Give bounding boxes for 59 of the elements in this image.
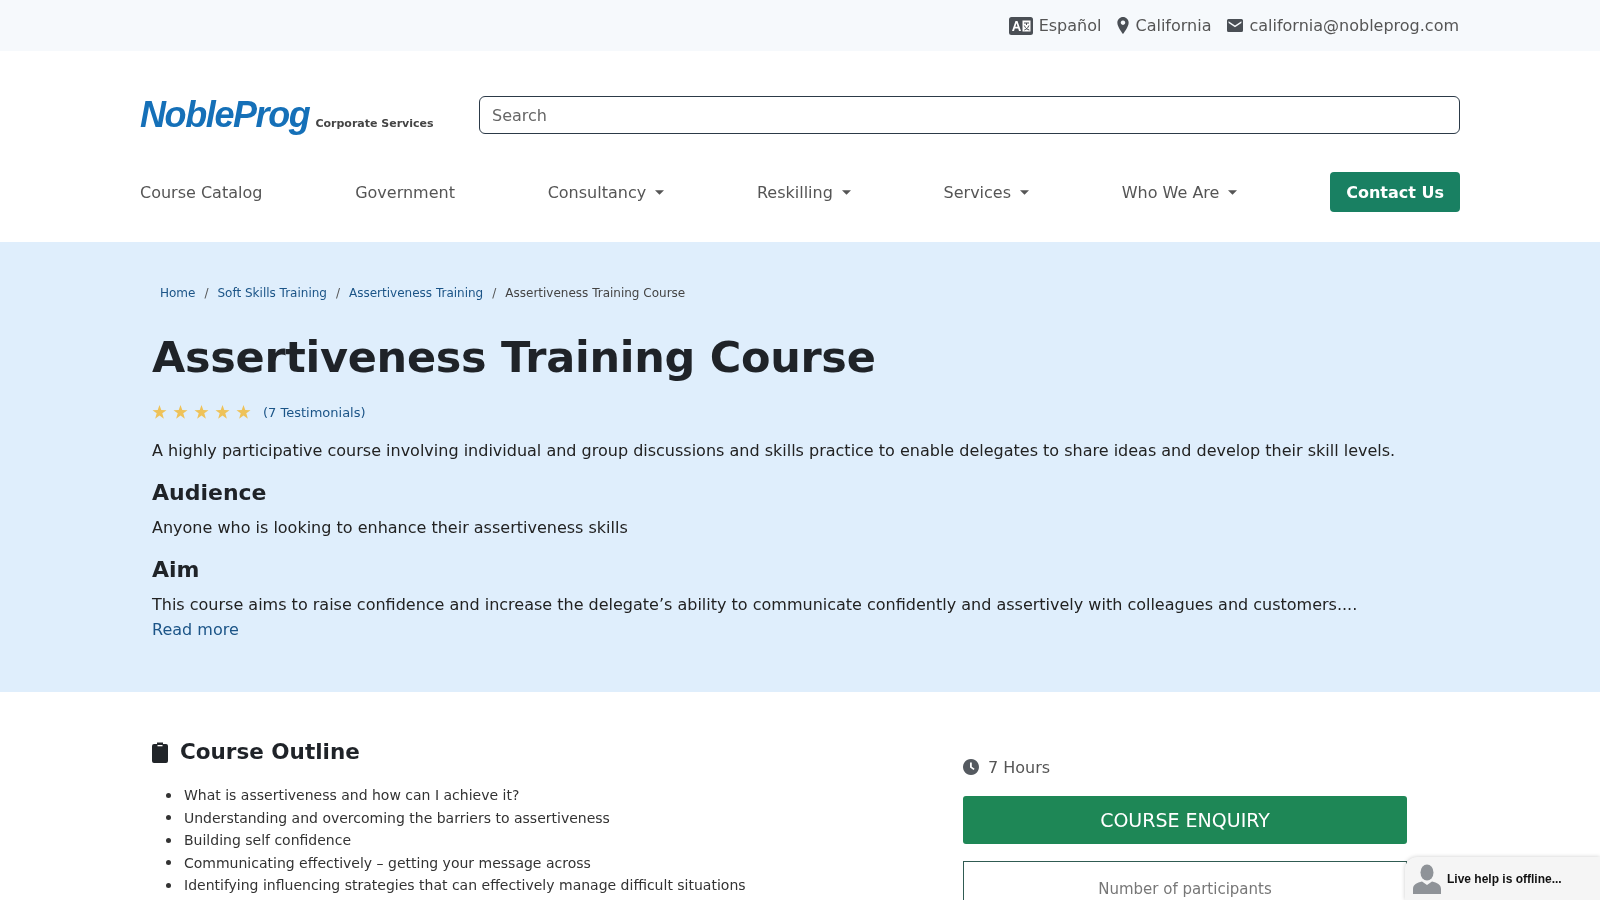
bullet-icon xyxy=(166,792,171,798)
breadcrumb-link[interactable]: Soft Skills Training xyxy=(217,286,327,300)
page-title: Assertiveness Training Course xyxy=(152,332,877,382)
star-icon xyxy=(152,405,167,419)
caret-icon xyxy=(1228,189,1238,195)
bullet-icon xyxy=(166,882,171,888)
section-text: Anyone who is looking to enhance their assertiveness skills xyxy=(152,517,629,539)
section-heading: Course Outline xyxy=(180,738,360,766)
outline-item: What is assertiveness and how can I achieve it? xyxy=(184,787,520,804)
outline-item: Communicating effectively – getting your message across xyxy=(184,854,591,871)
star-icon xyxy=(173,405,188,419)
course-summary: A highly participative course involving individual and group discussions and skills practice to enable delegates to share ideas and develop their skill levels. xyxy=(152,440,1397,462)
duration-text: 7 Hours xyxy=(988,757,1051,777)
testimonials-link[interactable]: (7 Testimonials) xyxy=(263,404,366,420)
section-text: This course aims to raise confidence and increase the delegate’s ability to communicate confidently and assertively with colleagues and customers.... xyxy=(152,594,1359,616)
outline-item: Identifying influencing strategies that can effectively manage difficult situations xyxy=(184,877,746,894)
envelope-icon xyxy=(1227,19,1244,32)
clock-icon xyxy=(963,759,979,775)
outline-item: Understanding and overcoming the barriers to assertiveness xyxy=(184,809,610,826)
nav-dropdown[interactable]: Consultancy xyxy=(547,172,665,212)
bullet-icon xyxy=(166,837,171,843)
breadcrumb-link[interactable]: Home xyxy=(160,286,196,300)
breadcrumb-separator: / xyxy=(335,286,340,300)
language-link[interactable]: Español xyxy=(1008,16,1102,35)
caret-icon xyxy=(1020,189,1029,195)
nav-dropdown[interactable]: Services xyxy=(943,172,1029,212)
nav-link[interactable]: Course Catalog xyxy=(140,172,263,212)
caret-icon xyxy=(841,189,851,195)
map-pin-icon xyxy=(1117,17,1130,34)
live-help-text: Live help is offline... xyxy=(1447,871,1562,886)
bullet-icon xyxy=(166,815,171,821)
star-icon xyxy=(194,405,209,419)
clipboard-icon xyxy=(152,741,168,763)
contact-button[interactable]: Contact Us xyxy=(1330,172,1460,212)
participants-label: Number of participants xyxy=(1098,879,1272,899)
read-more-link[interactable]: Read more xyxy=(152,618,239,642)
breadcrumb-current: Assertiveness Training Course xyxy=(505,286,686,300)
search-field[interactable]: Search xyxy=(479,96,1460,134)
location-link[interactable]: California xyxy=(1117,16,1212,35)
user-icon xyxy=(1413,863,1441,894)
outline-item: Building self confidence xyxy=(184,832,352,849)
star-icon xyxy=(215,405,230,419)
email-link[interactable]: california@nobleprog.com xyxy=(1227,16,1459,35)
breadcrumb-separator: / xyxy=(492,286,497,300)
logo[interactable]: NobleProg xyxy=(140,97,310,133)
breadcrumb-separator: / xyxy=(204,286,209,300)
translate-icon xyxy=(1008,16,1033,35)
nav-link[interactable]: Government xyxy=(355,172,455,212)
nav-dropdown[interactable]: Who We Are xyxy=(1121,172,1238,212)
breadcrumb-link[interactable]: Assertiveness Training xyxy=(349,286,484,300)
bullet-icon xyxy=(166,860,171,866)
section-heading: Audience xyxy=(152,479,268,507)
star-icon xyxy=(236,405,251,419)
enquiry-button[interactable]: COURSE ENQUIRY xyxy=(963,796,1407,844)
caret-icon xyxy=(655,189,665,195)
logo-tagline: Corporate Services xyxy=(315,117,434,130)
live-help-widget[interactable]: Live help is offline... xyxy=(1405,857,1600,900)
section-heading: Aim xyxy=(152,556,201,584)
nav-dropdown[interactable]: Reskilling xyxy=(756,172,851,212)
